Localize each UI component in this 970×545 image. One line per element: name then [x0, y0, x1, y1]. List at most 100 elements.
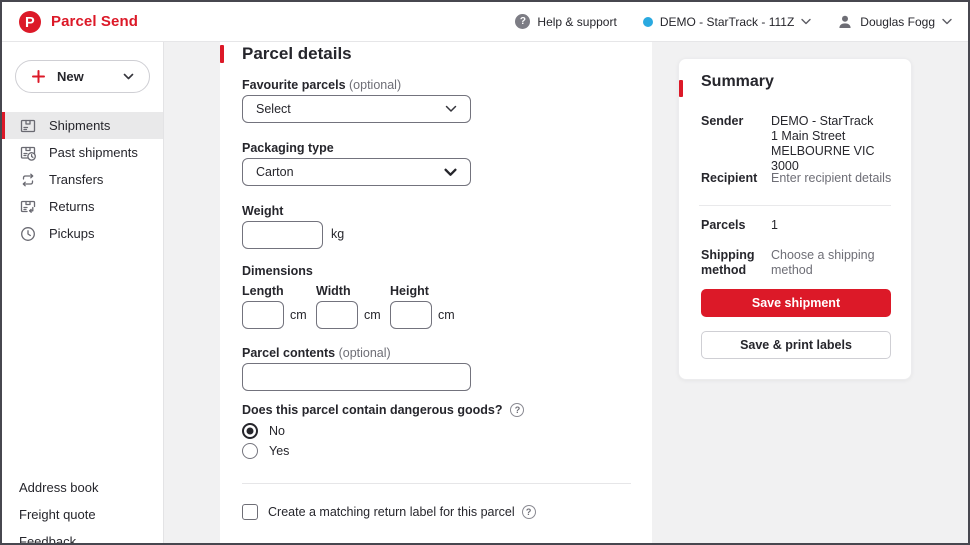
summary-title: Summary	[701, 73, 774, 90]
checkbox-icon	[242, 504, 258, 520]
chevron-down-icon	[801, 18, 811, 25]
sidebar-link-freight-quote[interactable]: Freight quote	[2, 501, 163, 528]
label-text: Parcel contents	[242, 346, 336, 360]
sidebar-item-shipments[interactable]: Shipments	[2, 112, 163, 139]
favourite-parcels-select[interactable]: Select	[242, 95, 471, 123]
parcel-contents-label: Parcel contents (optional)	[242, 346, 391, 360]
help-support-label: Help & support	[537, 14, 617, 29]
user-icon	[839, 15, 851, 28]
parcels-value: 1	[771, 218, 778, 232]
length-input[interactable]	[242, 301, 284, 329]
parcel-return-icon	[19, 198, 37, 216]
sender-line: MELBOURNE VIC 3000	[771, 144, 875, 173]
parcel-box-icon	[19, 117, 37, 135]
shipping-method-label: Shipping method	[701, 248, 755, 277]
parcels-label: Parcels	[701, 218, 746, 232]
auspost-logo-icon: P	[19, 10, 41, 33]
weight-input[interactable]	[242, 221, 323, 249]
dangerous-goods-radio-no[interactable]: No	[242, 423, 285, 439]
packaging-type-select[interactable]: Carton	[242, 158, 471, 186]
sidebar-item-label: Pickups	[49, 226, 95, 241]
optional-hint: (optional)	[349, 78, 402, 92]
recipient-label: Recipient	[701, 171, 758, 185]
parcel-details-panel: Parcel details Favourite parcels (option…	[220, 42, 652, 543]
user-menu[interactable]: Douglas Fogg	[837, 14, 952, 30]
sidebar-item-label: Transfers	[49, 172, 104, 187]
red-accent-bar	[220, 45, 224, 63]
sidebar-nav: Shipments Past shipments Transfers Retur…	[2, 112, 163, 247]
radio-label: No	[269, 424, 285, 438]
dangerous-goods-radio-yes[interactable]: Yes	[242, 443, 289, 459]
sidebar-item-past-shipments[interactable]: Past shipments	[2, 139, 163, 166]
summary-divider	[699, 205, 891, 206]
parcel-send-app: P Parcel Send ? Help & support DEMO - St…	[0, 0, 970, 545]
shipping-method-value: Choose a shipping method	[771, 248, 875, 277]
clock-icon	[19, 225, 37, 243]
chevron-down-icon	[445, 105, 457, 112]
length-unit-label: cm	[290, 308, 307, 322]
length-label: Length	[242, 284, 284, 298]
summary-shipping-row: Shipping method Choose a shipping method	[701, 248, 897, 278]
label-text: Favourite parcels	[242, 78, 346, 92]
sidebar-item-pickups[interactable]: Pickups	[2, 220, 163, 247]
sender-line: 1 Main Street	[771, 129, 846, 143]
account-status-dot-icon	[642, 16, 653, 27]
width-input[interactable]	[316, 301, 358, 329]
help-tooltip-icon[interactable]: ?	[521, 505, 536, 519]
sidebar-item-label: Shipments	[49, 118, 111, 133]
page-title: Parcel details	[242, 44, 352, 63]
sidebar-link-label: Freight quote	[19, 507, 96, 522]
label-text: Does this parcel contain dangerous goods…	[242, 403, 503, 417]
label-text: Dimensions	[242, 264, 313, 278]
sidebar-link-feedback[interactable]: Feedback	[2, 528, 163, 545]
help-tooltip-icon[interactable]: ?	[510, 403, 525, 417]
label-text: Weight	[242, 204, 284, 218]
dangerous-goods-label: Does this parcel contain dangerous goods…	[242, 403, 525, 417]
save-shipment-button[interactable]: Save shipment	[701, 289, 891, 317]
label-text: Packaging type	[242, 141, 334, 155]
home-brand-link[interactable]: P Parcel Send	[18, 10, 138, 34]
sidebar-link-address-book[interactable]: Address book	[2, 474, 163, 501]
radio-selected-icon	[242, 423, 258, 439]
transfer-arrows-icon	[19, 171, 37, 189]
favourite-parcels-label: Favourite parcels (optional)	[242, 78, 401, 92]
return-label-checkbox-row[interactable]: Create a matching return label for this …	[242, 504, 536, 520]
account-label: DEMO - StarTrack - 111Z	[659, 14, 795, 29]
sidebar-item-returns[interactable]: Returns	[2, 193, 163, 220]
summary-recipient-row: Recipient Enter recipient details	[701, 171, 897, 186]
dimensions-label: Dimensions	[242, 264, 313, 278]
height-input[interactable]	[390, 301, 432, 329]
recipient-value: Enter recipient details	[771, 171, 892, 185]
chevron-down-icon	[444, 168, 457, 176]
new-shipment-button[interactable]: New	[15, 60, 150, 93]
section-divider	[242, 483, 631, 484]
svg-text:P: P	[25, 15, 35, 31]
new-button-label: New	[57, 69, 84, 84]
top-header: P Parcel Send ? Help & support DEMO - St…	[2, 2, 968, 42]
select-value: Carton	[256, 165, 294, 179]
summary-parcels-row: Parcels 1	[701, 218, 897, 233]
chevron-down-icon	[123, 73, 134, 80]
weight-unit-label: kg	[331, 227, 345, 241]
weight-label: Weight	[242, 204, 283, 218]
account-switcher[interactable]: DEMO - StarTrack - 111Z	[642, 14, 811, 29]
help-support-link[interactable]: ? Help & support	[515, 14, 617, 29]
topbar-right: ? Help & support DEMO - StarTrack - 111Z…	[515, 14, 952, 30]
chevron-down-icon	[942, 18, 952, 25]
save-print-labels-button[interactable]: Save & print labels	[701, 331, 891, 359]
sidebar-item-transfers[interactable]: Transfers	[2, 166, 163, 193]
help-icon: ?	[515, 14, 531, 29]
select-value: Select	[256, 102, 291, 116]
sidebar-item-label: Returns	[49, 199, 95, 214]
sender-value: DEMO - StarTrack 1 Main Street MELBOURNE…	[771, 114, 897, 174]
sidebar-link-label: Feedback	[19, 534, 77, 545]
width-unit-label: cm	[364, 308, 381, 322]
plus-icon	[32, 70, 45, 83]
summary-sender-row: Sender DEMO - StarTrack 1 Main Street ME…	[701, 114, 897, 174]
parcel-contents-input[interactable]	[242, 363, 471, 391]
optional-hint: (optional)	[338, 346, 391, 360]
height-label: Height	[390, 284, 429, 298]
sidebar-link-label: Address book	[19, 480, 99, 495]
brand-name: Parcel Send	[51, 13, 138, 30]
parcel-history-icon	[19, 144, 37, 162]
